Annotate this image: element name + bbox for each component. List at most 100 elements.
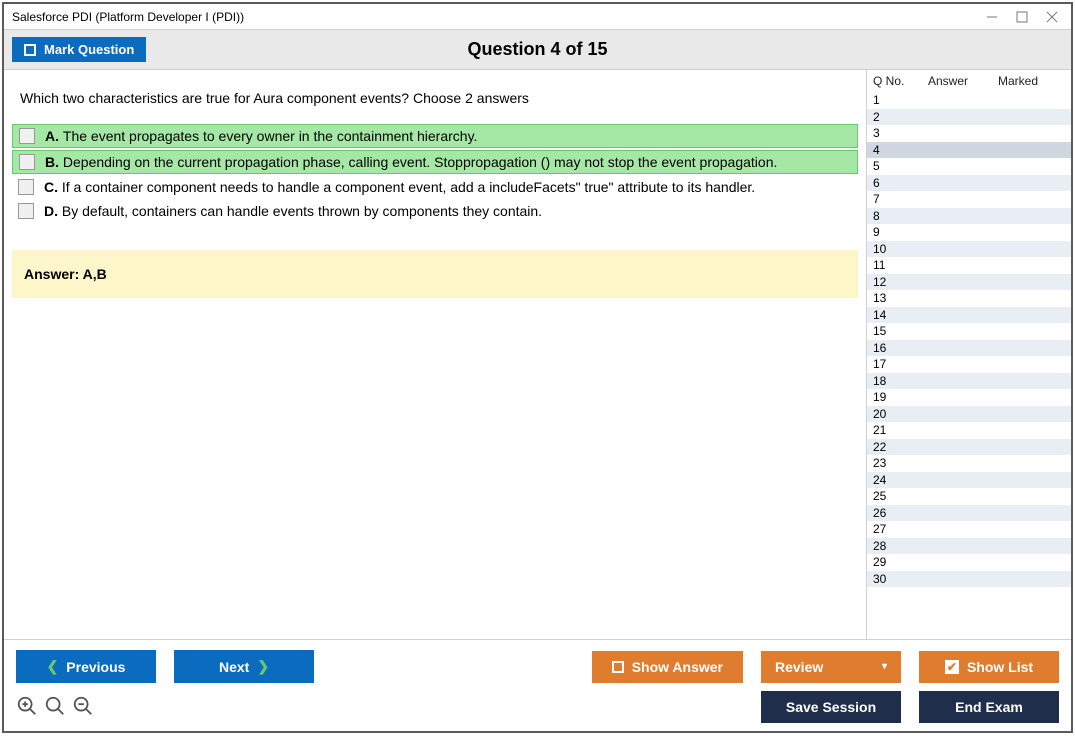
row-answer [928, 538, 998, 555]
question-row[interactable]: 25 [867, 488, 1071, 505]
next-button[interactable]: Next ❯ [174, 650, 314, 683]
question-row[interactable]: 7 [867, 191, 1071, 208]
row-answer [928, 455, 998, 472]
question-row[interactable]: 27 [867, 521, 1071, 538]
question-row[interactable]: 6 [867, 175, 1071, 192]
zoom-icon[interactable] [44, 695, 66, 720]
zoom-in-icon[interactable] [16, 695, 38, 720]
question-row[interactable]: 29 [867, 554, 1071, 571]
option-checkbox[interactable] [19, 154, 35, 170]
row-answer [928, 323, 998, 340]
row-marked [998, 389, 1065, 406]
window-title: Salesforce PDI (Platform Developer I (PD… [8, 10, 977, 24]
question-row[interactable]: 10 [867, 241, 1071, 258]
col-marked: Marked [998, 74, 1065, 88]
minimize-icon[interactable] [977, 5, 1007, 29]
checkbox-icon [24, 44, 36, 56]
row-answer [928, 290, 998, 307]
row-qno: 1 [873, 92, 928, 109]
show-list-label: Show List [967, 659, 1033, 675]
option-checkbox[interactable] [18, 203, 34, 219]
row-qno: 22 [873, 439, 928, 456]
body: Which two characteristics are true for A… [4, 70, 1071, 639]
question-row[interactable]: 22 [867, 439, 1071, 456]
question-row[interactable]: 12 [867, 274, 1071, 291]
question-row[interactable]: 13 [867, 290, 1071, 307]
question-row[interactable]: 14 [867, 307, 1071, 324]
option-row[interactable]: D. By default, containers can handle eve… [12, 200, 858, 222]
answer-label: Answer: A,B [24, 266, 107, 282]
option-row[interactable]: C. If a container component needs to han… [12, 176, 858, 198]
question-row[interactable]: 17 [867, 356, 1071, 373]
row-marked [998, 455, 1065, 472]
row-marked [998, 224, 1065, 241]
row-qno: 9 [873, 224, 928, 241]
maximize-icon[interactable] [1007, 5, 1037, 29]
zoom-out-icon[interactable] [72, 695, 94, 720]
row-qno: 26 [873, 505, 928, 522]
show-answer-button[interactable]: Show Answer [592, 651, 743, 683]
review-button[interactable]: Review ▾ [761, 651, 901, 683]
question-row[interactable]: 1 [867, 92, 1071, 109]
question-row[interactable]: 9 [867, 224, 1071, 241]
question-row[interactable]: 11 [867, 257, 1071, 274]
mark-question-button[interactable]: Mark Question [12, 37, 146, 62]
row-qno: 2 [873, 109, 928, 126]
question-row[interactable]: 23 [867, 455, 1071, 472]
save-session-button[interactable]: Save Session [761, 691, 901, 723]
footer: ❮ Previous Next ❯ Show Answer Review ▾ ✔… [4, 639, 1071, 731]
list-body[interactable]: 1234567891011121314151617181920212223242… [867, 92, 1071, 639]
question-row[interactable]: 21 [867, 422, 1071, 439]
row-answer [928, 307, 998, 324]
col-qno: Q No. [873, 74, 928, 88]
row-marked [998, 175, 1065, 192]
question-row[interactable]: 4 [867, 142, 1071, 159]
question-row[interactable]: 15 [867, 323, 1071, 340]
question-row[interactable]: 5 [867, 158, 1071, 175]
row-marked [998, 290, 1065, 307]
question-row[interactable]: 3 [867, 125, 1071, 142]
question-row[interactable]: 20 [867, 406, 1071, 423]
close-icon[interactable] [1037, 5, 1067, 29]
titlebar: Salesforce PDI (Platform Developer I (PD… [4, 4, 1071, 30]
question-row[interactable]: 30 [867, 571, 1071, 588]
option-text: C. If a container component needs to han… [44, 179, 755, 195]
row-answer [928, 109, 998, 126]
row-answer [928, 472, 998, 489]
question-row[interactable]: 19 [867, 389, 1071, 406]
row-qno: 21 [873, 422, 928, 439]
question-row[interactable]: 26 [867, 505, 1071, 522]
row-qno: 6 [873, 175, 928, 192]
row-qno: 7 [873, 191, 928, 208]
question-row[interactable]: 16 [867, 340, 1071, 357]
option-checkbox[interactable] [19, 128, 35, 144]
row-marked [998, 92, 1065, 109]
row-marked [998, 373, 1065, 390]
row-answer [928, 488, 998, 505]
question-row[interactable]: 24 [867, 472, 1071, 489]
show-list-button[interactable]: ✔ Show List [919, 651, 1059, 683]
checkbox-icon [612, 661, 624, 673]
row-qno: 12 [873, 274, 928, 291]
zoom-controls [16, 695, 94, 720]
end-exam-button[interactable]: End Exam [919, 691, 1059, 723]
row-marked [998, 505, 1065, 522]
option-row[interactable]: A. The event propagates to every owner i… [12, 124, 858, 148]
question-row[interactable]: 28 [867, 538, 1071, 555]
row-qno: 19 [873, 389, 928, 406]
row-marked [998, 472, 1065, 489]
question-row[interactable]: 2 [867, 109, 1071, 126]
row-marked [998, 142, 1065, 159]
option-checkbox[interactable] [18, 179, 34, 195]
row-qno: 17 [873, 356, 928, 373]
main-panel: Which two characteristics are true for A… [4, 70, 866, 639]
mark-label: Mark Question [44, 42, 134, 57]
previous-button[interactable]: ❮ Previous [16, 650, 156, 683]
row-answer [928, 422, 998, 439]
row-marked [998, 422, 1065, 439]
question-row[interactable]: 18 [867, 373, 1071, 390]
check-icon: ✔ [945, 660, 959, 674]
row-qno: 25 [873, 488, 928, 505]
question-row[interactable]: 8 [867, 208, 1071, 225]
option-row[interactable]: B. Depending on the current propagation … [12, 150, 858, 174]
